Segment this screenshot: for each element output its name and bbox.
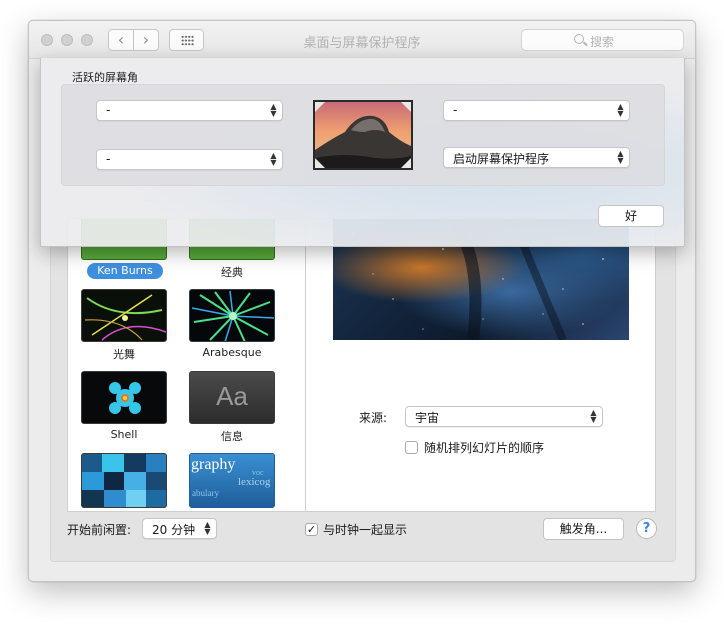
screen-corners-preview xyxy=(313,100,413,170)
screensaver-label-ken-burns[interactable]: Ken Burns xyxy=(87,263,163,279)
source-popup-value: 宇宙 xyxy=(415,411,440,425)
popup-arrows-icon: ▲ ▼ xyxy=(204,520,211,536)
corner-marker-bottom-right xyxy=(401,158,411,168)
album-art-collage xyxy=(82,454,166,507)
popup-arrows-icon: ▲ ▼ xyxy=(270,102,277,118)
hot-corners-group-title: 活跃的屏幕角 xyxy=(72,71,138,84)
screensaver-thumb-album-art[interactable] xyxy=(81,453,167,508)
hot-corners-button[interactable]: 触发角... xyxy=(543,518,624,540)
popup-arrows-icon: ▲ ▼ xyxy=(270,151,277,167)
start-after-label: 开始前闲置: xyxy=(67,523,132,537)
source-label: 来源: xyxy=(359,411,388,425)
word-cloud-text-3: voc xyxy=(252,468,264,477)
yosemite-wallpaper xyxy=(315,102,411,168)
screensaver-label-shell: Shell xyxy=(110,428,138,441)
top-left-corner-value: - xyxy=(106,103,111,117)
bottom-left-corner-value: - xyxy=(106,152,111,166)
show-clock-label: 与时钟一起显示 xyxy=(323,523,408,537)
message-glyph: Aa xyxy=(216,381,248,411)
top-right-corner-value: - xyxy=(453,103,458,117)
search-placeholder: 搜索 xyxy=(590,35,615,49)
flurry-art xyxy=(84,294,166,341)
corner-marker-top-left xyxy=(315,102,325,112)
preview-pane: 来源: 宇宙 ▲ ▼ 随机排列幻灯片的顺序 xyxy=(305,218,656,512)
top-left-corner-popup[interactable]: - ▲ ▼ xyxy=(96,100,283,121)
shell-art xyxy=(109,382,141,414)
checkmark-icon: ✓ xyxy=(306,523,317,536)
popup-arrows-icon: ▲ ▼ xyxy=(617,102,624,118)
screensaver-thumb-shell[interactable] xyxy=(81,371,167,424)
hot-corners-sheet: 活跃的屏幕角 - ▲ ▼ - ▲ ▼ - ▲ ▼ 启动屏幕保护程序 ▲ ▼ 好 xyxy=(40,58,685,247)
corner-marker-top-right xyxy=(401,102,411,112)
search-field[interactable]: 搜索 xyxy=(521,29,684,51)
screensaver-list[interactable]: Ken Burns 经典 光舞 Arabesque Aa Shell 信息 gr… xyxy=(67,218,305,512)
popup-arrows-icon: ▲ ▼ xyxy=(590,408,597,424)
word-cloud-text-1: lexicog xyxy=(238,476,271,488)
shuffle-checkbox[interactable] xyxy=(405,441,418,454)
corner-marker-bottom-left xyxy=(315,158,325,168)
bottom-right-corner-popup[interactable]: 启动屏幕保护程序 ▲ ▼ xyxy=(443,147,630,168)
screensaver-thumb-flurry[interactable] xyxy=(81,289,167,342)
popup-arrows-icon: ▲ ▼ xyxy=(617,149,624,165)
word-cloud-text-2: abulary xyxy=(192,488,219,498)
source-popup[interactable]: 宇宙 ▲ ▼ xyxy=(405,406,603,427)
ok-button[interactable]: 好 xyxy=(598,205,664,227)
top-right-corner-popup[interactable]: - ▲ ▼ xyxy=(443,100,630,121)
screensaver-label-message: 信息 xyxy=(221,430,243,443)
screensaver-thumb-word-of-the-day[interactable]: graphy lexicog abulary voc xyxy=(189,453,275,508)
screensaver-label-arabesque: Arabesque xyxy=(202,346,262,359)
bottom-right-corner-value: 启动屏幕保护程序 xyxy=(453,152,550,166)
start-after-value: 20 分钟 xyxy=(152,523,196,537)
word-cloud-main: graphy xyxy=(191,456,236,473)
start-after-popup[interactable]: 20 分钟 ▲ ▼ xyxy=(142,518,217,539)
arabesque-art xyxy=(191,290,274,341)
search-icon xyxy=(574,34,584,44)
shuffle-label: 随机排列幻灯片的顺序 xyxy=(424,441,545,455)
bottom-left-corner-popup[interactable]: - ▲ ▼ xyxy=(96,149,283,170)
screensaver-thumb-arabesque[interactable] xyxy=(189,289,275,342)
title-bar: ‹ › 桌面与屏幕保护程序 搜索 xyxy=(29,21,695,59)
help-button[interactable]: ? xyxy=(636,518,657,539)
screensaver-label-classic: 经典 xyxy=(221,266,243,279)
show-clock-checkbox[interactable]: ✓ xyxy=(305,523,318,536)
screensaver-thumb-message[interactable]: Aa xyxy=(189,371,275,424)
screensaver-label-flurry: 光舞 xyxy=(113,348,135,361)
